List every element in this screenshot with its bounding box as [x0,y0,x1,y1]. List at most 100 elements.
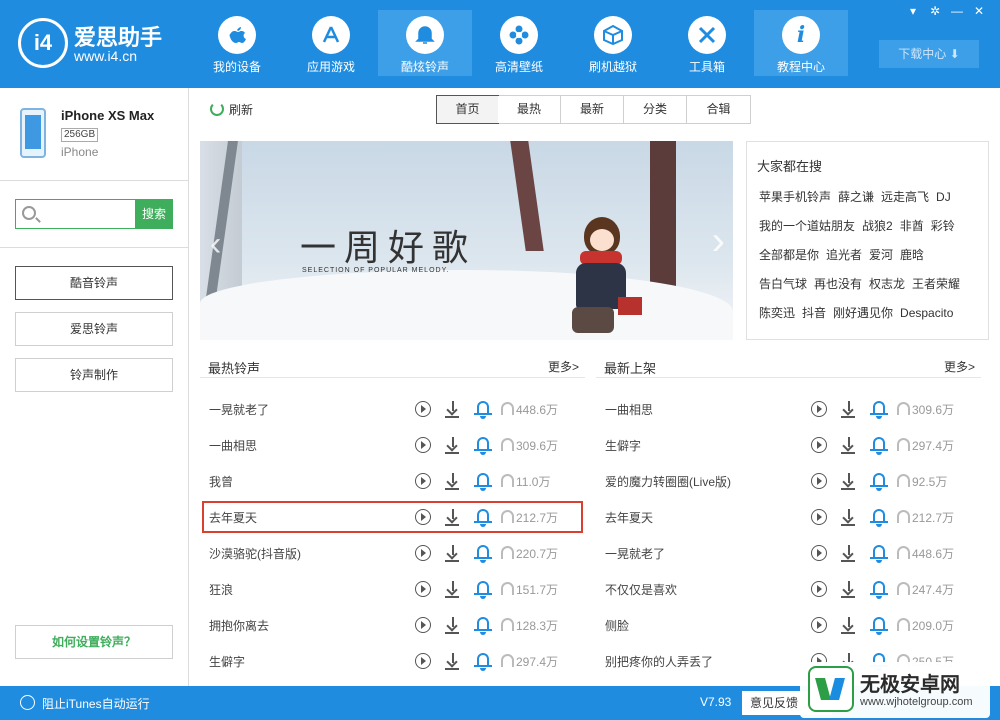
search-button[interactable]: 搜索 [135,199,173,229]
nav-tutorials[interactable]: i 教程中心 [754,10,848,76]
download-icon-base [445,632,459,634]
search-tag[interactable]: 王者荣耀 [912,275,960,292]
search-tag[interactable]: 再也没有 [814,275,862,292]
chevron-left-icon[interactable]: ‹ [210,225,221,264]
bell-icon-clapper [876,452,882,455]
list-item[interactable]: 拥抱你离去 128.3万 [200,607,585,643]
play-count: 297.4万 [912,439,955,453]
play-icon[interactable] [415,653,431,669]
ringtone-name: 侧脸 [605,619,630,633]
play-icon[interactable] [811,581,827,597]
tab-newest[interactable]: 最新 [561,96,624,123]
play-icon[interactable] [811,545,827,561]
download-icon-base [841,416,855,418]
search-tag[interactable]: 刚好遇见你 [833,304,893,321]
play-icon[interactable] [811,617,827,633]
play-icon[interactable] [811,437,827,453]
download-icon-base [841,488,855,490]
search-tag[interactable]: Despacito [900,306,953,320]
search-tag[interactable]: 苹果手机铃声 [759,188,831,205]
bell-icon-base [870,413,888,415]
gear-icon[interactable]: ✲ [924,3,946,19]
play-icon[interactable] [811,401,827,417]
list-item[interactable]: 不仅仅是喜欢 247.4万 [596,571,981,607]
nav-ringtones[interactable]: 酷炫铃声 [378,10,472,76]
list-item[interactable]: 生僻字 297.4万 [596,427,981,463]
appstore-icon [312,16,350,54]
nav-flash-jailbreak[interactable]: 刷机越狱 [566,10,660,76]
list-item[interactable]: 一曲相思 309.6万 [200,427,585,463]
tab-home[interactable]: 首页 [436,95,499,124]
itunes-block-toggle[interactable] [20,695,35,710]
list-item[interactable]: 一晃就老了 448.6万 [596,535,981,571]
search-input[interactable] [42,202,134,226]
nav-toolbox[interactable]: 工具箱 [660,10,754,76]
download-icon-base [841,452,855,454]
shirt-icon[interactable]: ▾ [902,3,924,19]
play-icon[interactable] [415,473,431,489]
tab-categories[interactable]: 分类 [624,96,687,123]
sidebar-item-kuyin-ringtones[interactable]: 酷音铃声 [15,266,173,300]
close-icon[interactable]: ✕ [968,3,990,19]
banner-carousel[interactable]: 一周好歌 SELECTION OF POPULAR MELODY. ‹ › [200,141,733,340]
search-tag[interactable]: 战狼2 [862,217,893,234]
refresh-icon [210,102,224,116]
search-tag[interactable]: 全部都是你 [759,246,819,263]
search-tag[interactable]: 远走高飞 [881,188,929,205]
bell-icon-base [870,521,888,523]
list-rows: 一晃就老了 448.6万 一曲相思 309.6万 我曾 11.0万 去年夏天 212.7万 沙漠… [200,391,585,679]
search-tag[interactable]: 追光者 [826,246,862,263]
search-tag[interactable]: 薛之谦 [838,188,874,205]
list-item[interactable]: 沙漠骆驼(抖音版) 220.7万 [200,535,585,571]
play-icon[interactable] [415,545,431,561]
nav-wallpapers[interactable]: 高清壁纸 [472,10,566,76]
bell-icon-base [474,521,492,523]
list-item[interactable]: 去年夏天 212.7万 [596,499,981,535]
play-icon[interactable] [811,473,827,489]
nav-my-device[interactable]: 我的设备 [190,10,284,76]
chevron-right-icon[interactable]: › [712,219,725,264]
search-tag[interactable]: 鹿晗 [900,246,924,263]
list-item[interactable]: 一晃就老了 448.6万 [200,391,585,427]
list-item[interactable]: 去年夏天 212.7万 [200,499,585,535]
list-item[interactable]: 我曾 11.0万 [200,463,585,499]
search-tag[interactable]: 抖音 [802,304,826,321]
search-tag[interactable]: 非酋 [900,217,924,234]
more-link[interactable]: 更多> [944,358,975,375]
search-tag[interactable]: DJ [936,190,951,204]
play-icon[interactable] [415,509,431,525]
play-icon[interactable] [415,617,431,633]
more-link[interactable]: 更多> [548,358,579,375]
search-tag[interactable]: 陈奕迅 [759,304,795,321]
list-item[interactable]: 侧脸 209.0万 [596,607,981,643]
sidebar-item-i4-ringtones[interactable]: 爱思铃声 [15,312,173,346]
how-to-set-ringtone-button[interactable]: 如何设置铃声？ [15,625,173,659]
play-icon[interactable] [811,509,827,525]
refresh-button[interactable]: 刷新 [210,100,253,118]
search-tag[interactable]: 权志龙 [869,275,905,292]
search-tag[interactable]: 爱河 [869,246,893,263]
search-tag[interactable]: 我的一个道姑朋友 [759,217,855,234]
tab-collections[interactable]: 合辑 [687,96,750,123]
hot-search-panel: 大家都在搜 苹果手机铃声 薛之谦 远走高飞 DJ 我的一个道姑朋友 战狼2 非酋 彩铃 全部… [746,141,989,340]
list-item[interactable]: 爱的魔力转圈圈(Live版) 92.5万 [596,463,981,499]
play-icon[interactable] [415,437,431,453]
search-tag[interactable]: 告白气球 [759,275,807,292]
minimize-icon[interactable]: — [946,3,968,19]
play-icon[interactable] [415,581,431,597]
tab-hottest[interactable]: 最热 [498,96,561,123]
banner-title: 一周好歌 [300,228,477,269]
ringtone-name: 狂浪 [209,583,234,597]
bell-icon-clapper [480,632,486,635]
list-item[interactable]: 一曲相思 309.6万 [596,391,981,427]
device-info[interactable]: iPhone XS Max 256GB iPhone [0,88,188,181]
bell-icon-clapper [480,416,486,419]
version-label: V7.93 [700,695,732,709]
list-item[interactable]: 生僻字 297.4万 [200,643,585,679]
search-tag[interactable]: 彩铃 [931,217,955,234]
download-center-button[interactable]: 下载中心 ⬇ [879,40,979,68]
sidebar-item-make-ringtone[interactable]: 铃声制作 [15,358,173,392]
list-item[interactable]: 狂浪 151.7万 [200,571,585,607]
play-icon[interactable] [415,401,431,417]
nav-apps-games[interactable]: 应用游戏 [284,10,378,76]
